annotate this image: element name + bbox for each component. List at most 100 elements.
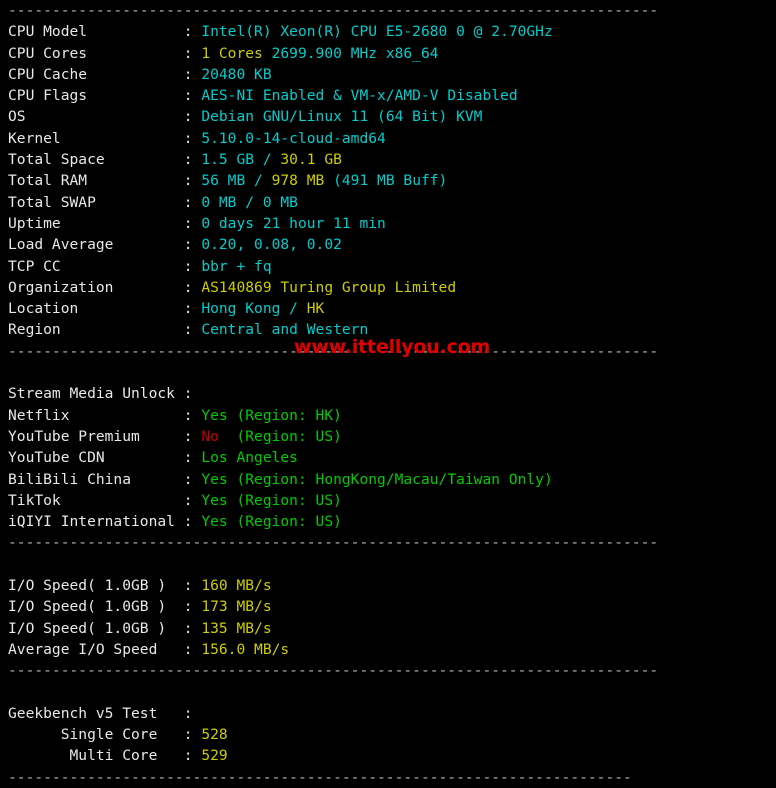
row-label: Geekbench v5 Test: [8, 704, 184, 722]
row-value-part: No: [201, 427, 219, 445]
info-row: CPU Cache : 20480 KB: [0, 64, 776, 85]
row-colon: :: [183, 236, 202, 254]
row-colon: :: [183, 44, 202, 62]
row-value-part: 1 Cores: [201, 44, 263, 62]
system-info-section: CPU Model : Intel(R) Xeon(R) CPU E5-2680…: [0, 21, 776, 340]
row-colon: :: [183, 23, 202, 41]
row-label: Organization: [8, 278, 184, 296]
info-row: CPU Model : Intel(R) Xeon(R) CPU E5-2680…: [0, 21, 776, 42]
row-colon: :: [183, 577, 202, 595]
info-row: I/O Speed( 1.0GB ) : 135 MB/s: [0, 618, 776, 639]
row-value-part: Hong Kong /: [201, 300, 307, 318]
row-colon: :: [183, 406, 202, 424]
row-value-part: HK: [306, 300, 325, 318]
row-colon: :: [183, 470, 202, 488]
row-value-part: AS140869 Turing Group Limited: [201, 278, 457, 296]
row-value-part: Yes (Region: US): [201, 491, 342, 509]
row-value-part: (Region: US): [218, 427, 342, 445]
row-value-part: 0 MB / 0 MB: [201, 193, 298, 211]
info-row: Location : Hong Kong / HK: [0, 298, 776, 319]
info-row: Netflix : Yes (Region: HK): [0, 405, 776, 426]
info-row: Kernel : 5.10.0-14-cloud-amd64: [0, 128, 776, 149]
row-colon: :: [183, 300, 202, 318]
row-colon: :: [183, 108, 202, 126]
row-label: Stream Media Unlock: [8, 385, 184, 403]
terminal-output: ----------------------------------------…: [0, 0, 776, 786]
watermark-text: www.ittellyou.com: [294, 336, 491, 358]
row-label: Load Average: [8, 236, 184, 254]
row-colon: :: [183, 278, 202, 296]
row-colon: :: [183, 449, 202, 467]
row-label: iQIYI International: [8, 513, 184, 531]
row-label: Region: [8, 321, 184, 339]
row-label: YouTube Premium: [8, 427, 184, 445]
info-row: I/O Speed( 1.0GB ) : 173 MB/s: [0, 596, 776, 617]
row-label: YouTube CDN: [8, 449, 184, 467]
info-row: OS : Debian GNU/Linux 11 (64 Bit) KVM: [0, 106, 776, 127]
row-colon: :: [183, 257, 202, 275]
row-value-part: 135 MB/s: [201, 619, 272, 637]
row-colon: :: [183, 704, 202, 722]
row-value-part: Yes (Region: HongKong/Macau/Taiwan Only): [201, 470, 553, 488]
separator-2: ----------------------------------------…: [8, 534, 659, 552]
info-row: CPU Flags : AES-NI Enabled & VM-x/AMD-V …: [0, 85, 776, 106]
row-label: Total RAM: [8, 172, 184, 190]
row-value-part: 20480 KB: [201, 65, 272, 83]
info-row: Average I/O Speed : 156.0 MB/s: [0, 639, 776, 660]
info-row: I/O Speed( 1.0GB ) : 160 MB/s: [0, 575, 776, 596]
row-value-part: 2699.900 MHz x86_64: [262, 44, 439, 62]
row-label: BiliBili China: [8, 470, 184, 488]
row-value-part: 529: [201, 747, 228, 765]
stream-media-section: Stream Media Unlock : Netflix : Yes (Reg…: [0, 383, 776, 532]
row-label: Total Space: [8, 151, 184, 169]
info-row: Load Average : 0.20, 0.08, 0.02: [0, 234, 776, 255]
row-colon: :: [183, 513, 202, 531]
row-colon: :: [183, 491, 202, 509]
row-colon: :: [183, 65, 202, 83]
row-colon: :: [183, 385, 202, 403]
row-value-part: 0 days 21 hour 11 min: [201, 214, 386, 232]
info-row: TikTok : Yes (Region: US): [0, 490, 776, 511]
separator-bottom: ----------------------------------------…: [8, 768, 632, 786]
row-label: TikTok: [8, 491, 184, 509]
io-speed-section: I/O Speed( 1.0GB ) : 160 MB/s I/O Speed( …: [0, 575, 776, 660]
row-value-part: 0.20, 0.08, 0.02: [201, 236, 342, 254]
info-row: Total Space : 1.5 GB / 30.1 GB: [0, 149, 776, 170]
row-label: CPU Model: [8, 23, 184, 41]
info-row: CPU Cores : 1 Cores 2699.900 MHz x86_64: [0, 43, 776, 64]
row-colon: :: [183, 598, 202, 616]
row-colon: :: [183, 193, 202, 211]
info-row: TCP CC : bbr + fq: [0, 256, 776, 277]
row-colon: :: [183, 129, 202, 147]
row-value-part: 1.5 GB /: [201, 151, 281, 169]
row-label: I/O Speed( 1.0GB ): [8, 577, 184, 595]
row-value-part: 156.0 MB/s: [201, 640, 290, 658]
info-row: iQIYI International : Yes (Region: US): [0, 511, 776, 532]
row-label: Total SWAP: [8, 193, 184, 211]
info-row: Single Core : 528: [0, 724, 776, 745]
row-value-part: Intel(R) Xeon(R) CPU E5-2680 0 @ 2.70GHz: [201, 23, 553, 41]
row-value-part: Yes (Region: HK): [201, 406, 342, 424]
row-colon: :: [183, 151, 202, 169]
row-label: I/O Speed( 1.0GB ): [8, 619, 184, 637]
row-value-part: 528: [201, 726, 228, 744]
info-row: Organization : AS140869 Turing Group Lim…: [0, 277, 776, 298]
info-row: BiliBili China : Yes (Region: HongKong/M…: [0, 469, 776, 490]
separator-top: ----------------------------------------…: [8, 2, 659, 19]
row-label: Location: [8, 300, 184, 318]
row-value-part: (491 MB Buff): [324, 172, 448, 190]
row-label: Single Core: [8, 726, 184, 744]
row-value-part: 978 MB: [271, 172, 325, 190]
row-colon: :: [183, 747, 202, 765]
row-colon: :: [183, 619, 202, 637]
row-label: Uptime: [8, 214, 184, 232]
row-label: CPU Cores: [8, 44, 184, 62]
info-row: YouTube Premium : No (Region: US): [0, 426, 776, 447]
row-colon: :: [183, 87, 202, 105]
row-value-part: 56 MB /: [201, 172, 272, 190]
row-value-part: 160 MB/s: [201, 577, 272, 595]
separator-3: ----------------------------------------…: [8, 662, 659, 680]
row-label: Average I/O Speed: [8, 640, 184, 658]
